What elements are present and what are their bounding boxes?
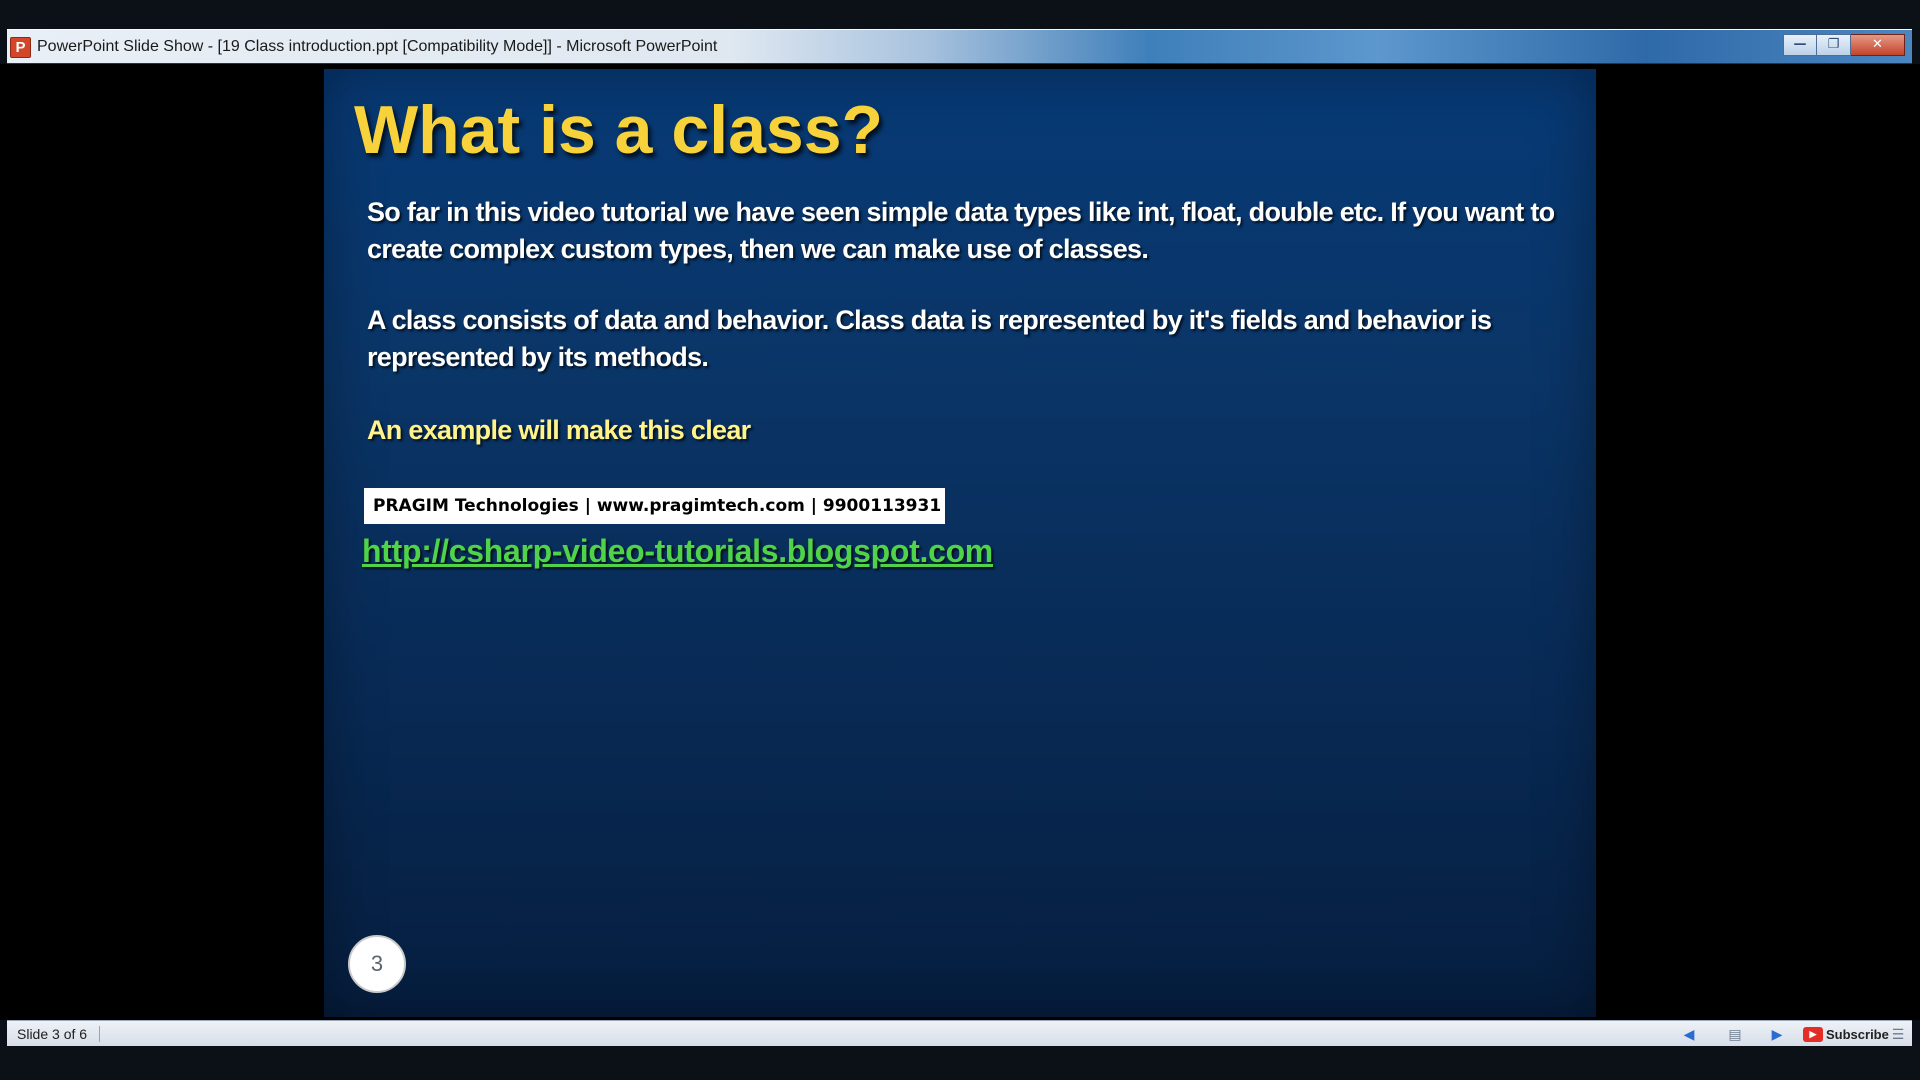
window-titlebar[interactable]: P PowerPoint Slide Show - [19 Class intr… [7,29,1912,64]
subscribe-button[interactable]: ▶ Subscribe [1803,1023,1889,1045]
subscribe-label: Subscribe [1826,1026,1889,1042]
slide-paragraph-intro: So far in this video tutorial we have se… [367,197,1555,264]
slide-notes-icon[interactable]: ▤ [1722,1024,1748,1044]
top-letterbox [0,0,1920,29]
slide-number-badge: 3 [348,935,406,993]
slide-paragraph-example: An example will make this clear [367,415,751,445]
youtube-icon: ▶ [1803,1026,1823,1042]
minimize-button[interactable]: — [1783,34,1817,56]
window-title: PowerPoint Slide Show - [19 Class introd… [37,38,718,55]
maximize-button[interactable]: ❐ [1817,34,1851,56]
powerpoint-app-icon[interactable]: P [10,37,31,58]
previous-slide-icon[interactable]: ◀ [1677,1024,1701,1044]
close-button[interactable]: ✕ [1851,34,1905,56]
next-slide-icon[interactable]: ▶ [1765,1024,1789,1044]
slide-title: What is a class? [354,92,884,168]
status-bar: Slide 3 of 6 ◀ ▤ ▶ ▶ Subscribe ☰ [7,1020,1912,1046]
slide[interactable]: What is a class? So far in this video tu… [324,69,1596,1017]
pragim-banner: PRAGIM Technologies | www.pragimtech.com… [364,488,946,524]
blog-link[interactable]: http://csharp-video-tutorials.blogspot.c… [362,533,993,570]
slide-paragraph-definition: A class consists of data and behavior. C… [367,305,1492,372]
slide-count: Slide 3 of 6 [17,1026,101,1042]
bottom-letterbox [0,1046,1920,1080]
window-controls: — ❐ ✕ [1783,34,1905,56]
slideshow-menu-icon[interactable]: ☰ [1888,1024,1908,1044]
